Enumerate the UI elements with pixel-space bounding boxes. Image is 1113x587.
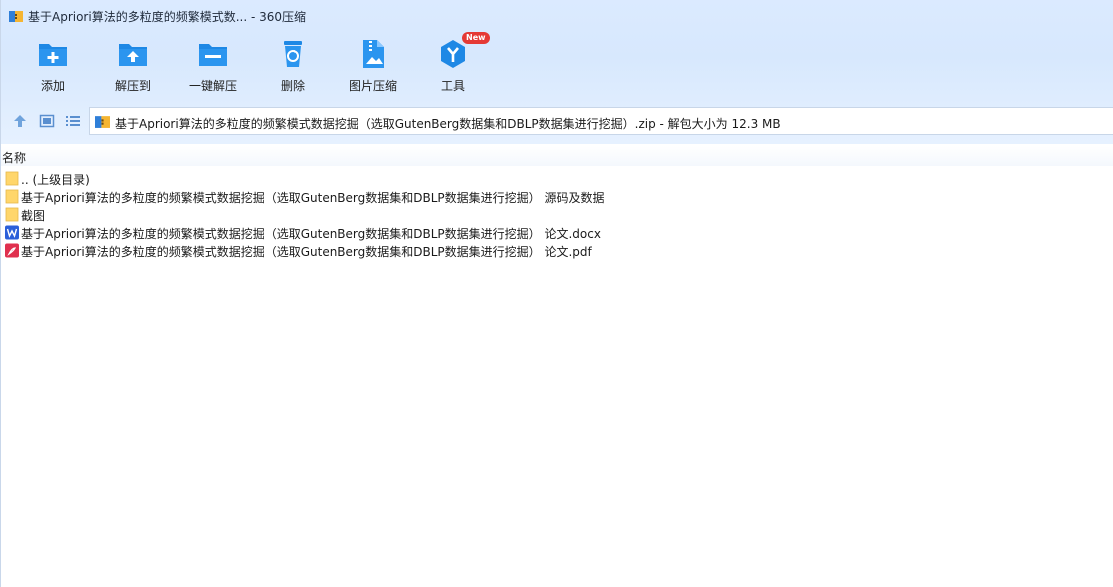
list-item[interactable]: 基于Apriori算法的多粒度的频繁模式数据挖掘（选取GutenBerg数据集和… xyxy=(1,223,1113,241)
folder-icon xyxy=(5,171,19,186)
list-view-icon[interactable] xyxy=(65,113,81,129)
column-header-name[interactable]: 名称 xyxy=(1,146,1113,166)
list-item-name: 基于Apriori算法的多粒度的频繁模式数据挖掘（选取GutenBerg数据集和… xyxy=(21,245,592,259)
extract-to-button-label: 解压到 xyxy=(114,79,151,93)
toolbar: 添加 解压到 一键解压 删除 图片压缩 New 工具 xyxy=(1,32,1113,98)
extract-to-icon xyxy=(119,44,147,66)
list-item[interactable]: 基于Apriori算法的多粒度的频繁模式数据挖掘（选取GutenBerg数据集和… xyxy=(1,187,1113,205)
image-compress-icon xyxy=(363,40,384,68)
image-compress-button-label: 图片压缩 xyxy=(348,79,397,93)
list-item-name: 截图 xyxy=(21,209,46,223)
archive-path-text: 基于Apriori算法的多粒度的频繁模式数据挖掘（选取GutenBerg数据集和… xyxy=(115,117,781,131)
add-folder-icon xyxy=(39,44,67,66)
path-bar[interactable]: 基于Apriori算法的多粒度的频繁模式数据挖掘（选取GutenBerg数据集和… xyxy=(89,107,1113,135)
tools-button-label: 工具 xyxy=(440,79,465,93)
archive-app-icon xyxy=(9,11,23,22)
list-item[interactable]: 截图 xyxy=(1,205,1113,223)
file-list: .. (上级目录) 基于Apriori算法的多粒度的频繁模式数据挖掘（选取Gut… xyxy=(1,169,1113,259)
extract-to-button[interactable]: 解压到 xyxy=(93,36,173,98)
title-bar: 基于Apriori算法的多粒度的频繁模式数... - 360压缩 xyxy=(1,0,1113,32)
thumbnail-view-icon[interactable] xyxy=(39,113,55,129)
list-item[interactable]: 基于Apriori算法的多粒度的频繁模式数据挖掘（选取GutenBerg数据集和… xyxy=(1,241,1113,259)
one-click-extract-button-label: 一键解压 xyxy=(188,79,237,93)
zip-archive-icon xyxy=(95,116,110,128)
add-button-label: 添加 xyxy=(40,79,65,93)
pdf-icon xyxy=(5,243,19,258)
list-item-name: .. (上级目录) xyxy=(21,173,90,187)
window-title: 基于Apriori算法的多粒度的频繁模式数... - 360压缩 xyxy=(28,10,307,24)
list-item-name: 基于Apriori算法的多粒度的频繁模式数据挖掘（选取GutenBerg数据集和… xyxy=(21,191,605,205)
add-button[interactable]: 添加 xyxy=(13,36,93,98)
app-window: 基于Apriori算法的多粒度的频繁模式数... - 360压缩 添加 解压到 … xyxy=(0,0,1113,587)
folder-icon xyxy=(5,189,19,204)
list-item-name: 基于Apriori算法的多粒度的频繁模式数据挖掘（选取GutenBerg数据集和… xyxy=(21,227,601,241)
new-badge: New xyxy=(462,32,490,44)
one-click-extract-icon xyxy=(199,44,227,66)
header-area: 基于Apriori算法的多粒度的频繁模式数... - 360压缩 添加 解压到 … xyxy=(1,0,1113,144)
folder-icon xyxy=(5,207,19,222)
column-name-label: 名称 xyxy=(2,151,27,165)
tools-button[interactable]: New 工具 xyxy=(413,32,493,98)
delete-icon xyxy=(284,41,302,67)
one-click-extract-button[interactable]: 一键解压 xyxy=(173,36,253,98)
image-compress-button[interactable]: 图片压缩 xyxy=(333,36,413,98)
delete-button[interactable]: 删除 xyxy=(253,36,333,98)
list-item[interactable]: .. (上级目录) xyxy=(1,169,1113,187)
up-arrow-icon[interactable] xyxy=(12,113,28,129)
navigation-bar: 基于Apriori算法的多粒度的频繁模式数据挖掘（选取GutenBerg数据集和… xyxy=(1,106,1113,136)
delete-button-label: 删除 xyxy=(280,79,305,93)
word-doc-icon xyxy=(5,225,19,240)
